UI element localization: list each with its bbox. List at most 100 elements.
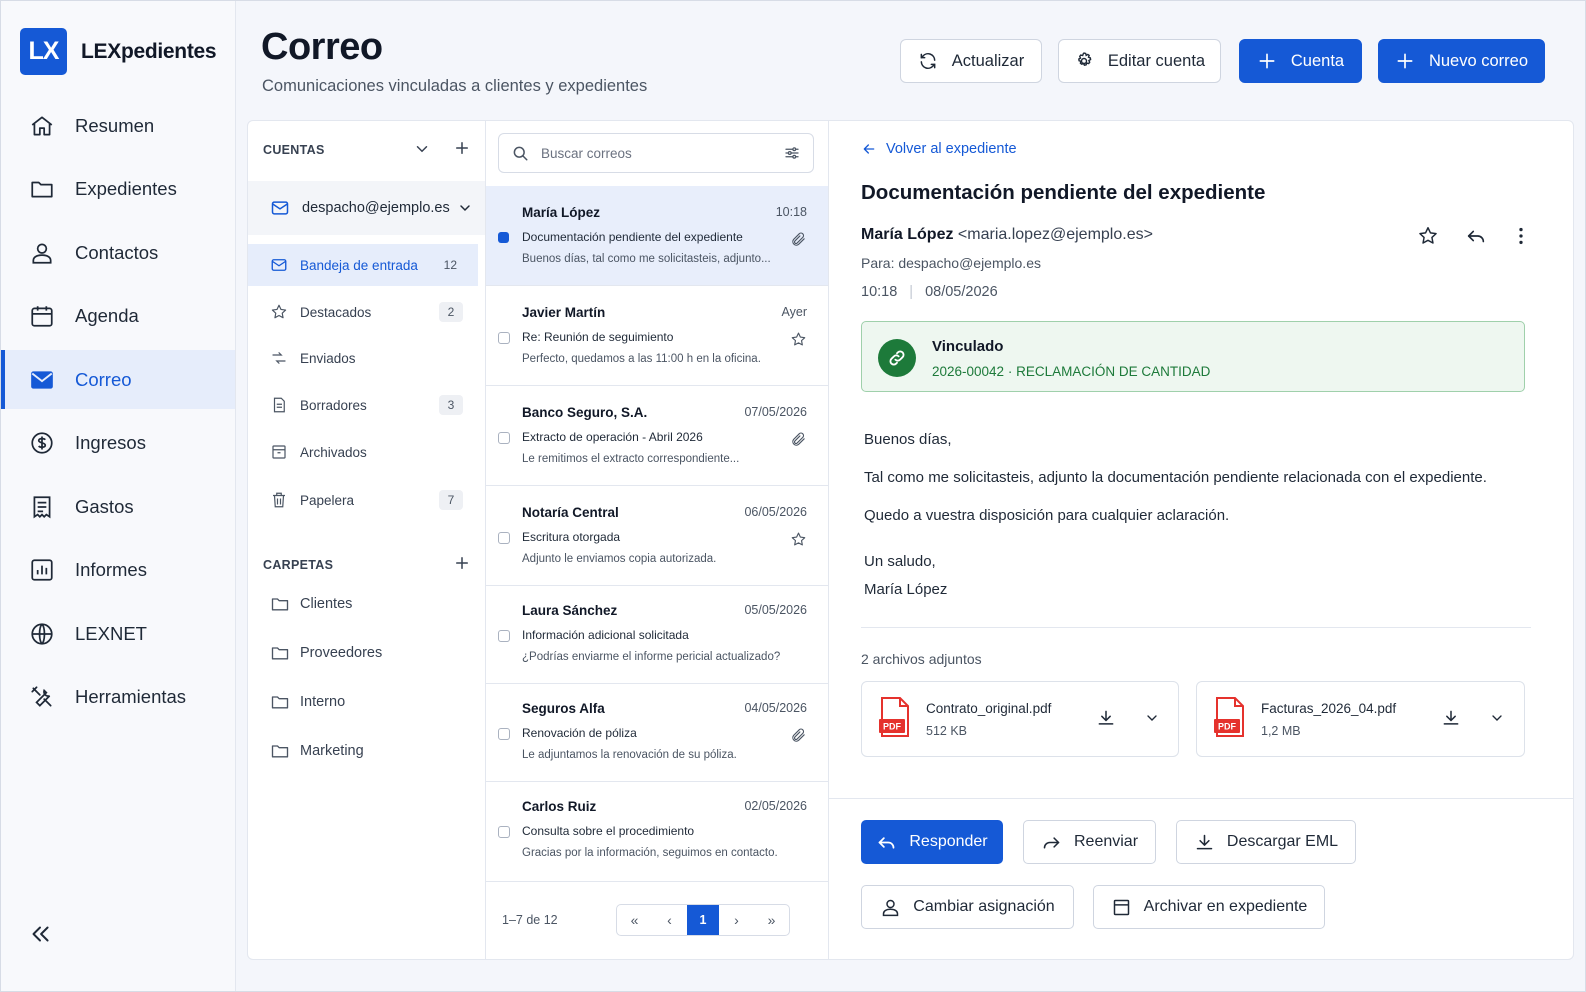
email-checkbox[interactable]: [498, 728, 510, 740]
email-from: Laura Sánchez: [522, 603, 618, 618]
accounts-column: CUENTAS despacho@ejemplo.es Bandeja de e…: [248, 121, 486, 959]
custom-folder-item[interactable]: Marketing: [248, 731, 478, 771]
star-icon[interactable]: [790, 331, 807, 348]
email-checkbox[interactable]: [498, 432, 510, 444]
nav-item-correo[interactable]: Correo: [1, 350, 235, 409]
back-label: Volver al expediente: [886, 141, 1017, 157]
email-row[interactable]: Javier Martín Ayer Re: Reunión de seguim…: [486, 286, 828, 386]
search-input[interactable]: [541, 145, 761, 161]
nav-item-expedientes[interactable]: Expedientes: [1, 160, 235, 219]
brand[interactable]: LX LEXpedientes: [20, 28, 217, 75]
star-icon[interactable]: [790, 531, 807, 548]
prev-page-button[interactable]: ‹: [652, 905, 687, 935]
forward-button[interactable]: Reenviar: [1023, 820, 1156, 864]
folder-archived[interactable]: Archivados: [248, 431, 478, 473]
edit-account-button[interactable]: Editar cuenta: [1058, 39, 1221, 83]
reply-icon: [878, 836, 895, 849]
nav-item-gastos[interactable]: Gastos: [1, 477, 235, 536]
refresh-button[interactable]: Actualizar: [900, 39, 1042, 83]
folder-sent[interactable]: Enviados: [248, 337, 478, 379]
custom-folder-item[interactable]: Interno: [248, 682, 478, 722]
more-vertical-icon[interactable]: [1510, 225, 1532, 247]
add-account-button[interactable]: Cuenta: [1239, 39, 1362, 83]
attachment-name: Facturas_2026_04.pdf: [1261, 701, 1397, 716]
email-checkbox[interactable]: [498, 826, 510, 838]
first-page-button[interactable]: «: [617, 905, 652, 935]
nav-item-lexnet[interactable]: LEXNET: [1, 604, 235, 663]
nav-item-contactos[interactable]: Contactos: [1, 223, 235, 282]
attachment-card[interactable]: PDF Facturas_2026_04.pdf 1,2 MB: [1196, 681, 1525, 757]
message-subject: Documentación pendiente del expediente: [861, 181, 1266, 204]
add-folder-icon[interactable]: [453, 554, 471, 572]
custom-folder-item[interactable]: Clientes: [248, 584, 478, 624]
folder-icon: [271, 696, 289, 709]
new-mail-button[interactable]: Nuevo correo: [1378, 39, 1545, 83]
refresh-label: Actualizar: [951, 51, 1025, 70]
next-page-button[interactable]: ›: [719, 905, 754, 935]
attachment-card[interactable]: PDF Contrato_original.pdf 512 KB: [861, 681, 1179, 757]
download-eml-button[interactable]: Descargar EML: [1176, 820, 1356, 864]
custom-folder-item[interactable]: Proveedores: [248, 633, 478, 673]
folder-drafts[interactable]: Borradores 3: [248, 384, 478, 426]
email-from: Carlos Ruiz: [522, 799, 597, 814]
pagination-range: 1–7 de 12: [502, 913, 558, 927]
email-row[interactable]: Notaría Central 06/05/2026 Escritura oto…: [486, 486, 828, 586]
chevron-down-icon[interactable]: [1489, 710, 1505, 726]
paperclip-icon: [792, 728, 805, 742]
current-page-button[interactable]: 1: [687, 905, 719, 935]
email-subject: Renovación de póliza: [522, 726, 637, 740]
search-icon: [513, 146, 528, 161]
email-row[interactable]: Laura Sánchez 05/05/2026 Información adi…: [486, 584, 828, 684]
folder-inbox[interactable]: Bandeja de entrada 12: [248, 244, 478, 286]
message-time: 10:18: [861, 284, 898, 300]
email-subject: Consulta sobre el procedimiento: [522, 824, 695, 838]
download-icon[interactable]: [1441, 708, 1461, 728]
reply-icon[interactable]: [1465, 225, 1487, 247]
folder-label: Bandeja de entrada: [300, 257, 418, 273]
email-checkbox[interactable]: [498, 532, 510, 544]
nav-item-ingresos[interactable]: Ingresos: [1, 414, 235, 473]
email-checkbox[interactable]: [498, 630, 510, 642]
folder-starred[interactable]: Destacados 2: [248, 291, 478, 333]
add-account-label: Cuenta: [1290, 51, 1345, 70]
linked-case-card[interactable]: Vinculado 2026-00042 · RECLAMACIÓN DE CA…: [861, 321, 1525, 392]
add-account-icon[interactable]: [453, 139, 471, 157]
trash-icon: [273, 492, 285, 508]
email-row[interactable]: María López 10:18 Documentación pendient…: [486, 186, 828, 286]
email-row[interactable]: Banco Seguro, S.A. 07/05/2026 Extracto d…: [486, 386, 828, 486]
nav-item-informes[interactable]: Informes: [1, 541, 235, 600]
nav-label: Expedientes: [75, 178, 177, 199]
last-page-button[interactable]: »: [754, 905, 789, 935]
download-icon: [1196, 834, 1213, 849]
email-preview: Perfecto, quedamos a las 11:00 h en la o…: [522, 353, 761, 365]
message-body-line: Quedo a vuestra disposición para cualqui…: [864, 507, 1230, 524]
chevron-down-icon[interactable]: [413, 140, 431, 158]
change-assignment-button[interactable]: Cambiar asignación: [861, 885, 1074, 929]
attachment-size: 1,2 MB: [1261, 724, 1301, 738]
search-box: [498, 133, 814, 173]
pdf-badge: PDF: [1218, 722, 1237, 732]
email-row[interactable]: Carlos Ruiz 02/05/2026 Consulta sobre el…: [486, 780, 828, 880]
reply-button[interactable]: Responder: [861, 820, 1003, 864]
collapse-sidebar-icon[interactable]: [27, 921, 53, 947]
back-to-case-link[interactable]: Volver al expediente: [861, 141, 1017, 157]
archive-icon: [1113, 899, 1129, 915]
folder-label: Borradores: [300, 397, 367, 413]
folders-heading: CARPETAS: [263, 558, 334, 572]
account-selector[interactable]: despacho@ejemplo.es: [248, 181, 485, 235]
download-icon[interactable]: [1096, 708, 1116, 728]
accounts-heading: CUENTAS: [263, 143, 325, 157]
message-date: 08/05/2026: [925, 284, 998, 300]
nav-item-herramientas[interactable]: Herramientas: [1, 668, 235, 727]
star-icon[interactable]: [1417, 225, 1439, 247]
nav-item-agenda[interactable]: Agenda: [1, 287, 235, 346]
email-row[interactable]: Seguros Alfa 04/05/2026 Renovación de pó…: [486, 682, 828, 782]
chevron-down-icon[interactable]: [1144, 710, 1160, 726]
nav-item-resumen[interactable]: Resumen: [1, 96, 235, 155]
folder-trash[interactable]: Papelera 7: [248, 479, 478, 521]
filter-icon[interactable]: [783, 144, 801, 162]
reading-pane: Volver al expediente Documentación pendi…: [829, 121, 1573, 959]
nav-label: Agenda: [75, 305, 139, 326]
archive-in-case-button[interactable]: Archivar en expediente: [1093, 885, 1325, 929]
email-checkbox[interactable]: [498, 332, 510, 344]
